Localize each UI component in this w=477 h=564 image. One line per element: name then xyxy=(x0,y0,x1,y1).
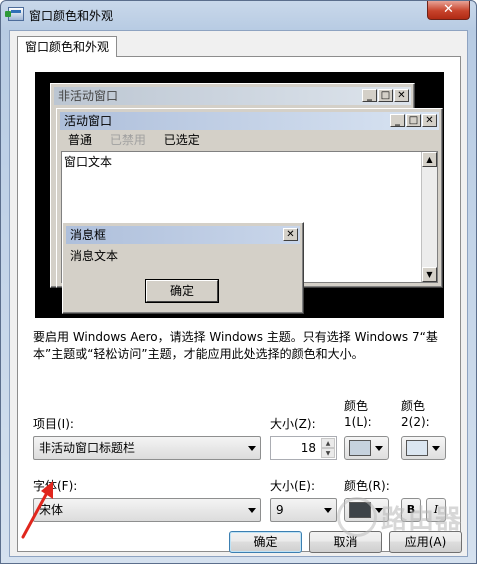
color1-swatch xyxy=(349,440,371,456)
title-bar[interactable]: 窗口颜色和外观 ✕ xyxy=(1,1,476,29)
dialog-client-area: 窗口颜色和外观 非活动窗口 _ □ ✕ 活动窗口 _ □ ✕ 普通 已禁用 已选… xyxy=(9,30,468,557)
chevron-down-icon xyxy=(432,446,440,451)
font-size-select[interactable]: 9 xyxy=(270,498,337,522)
annotation-arrow-icon xyxy=(21,481,53,539)
maximize-icon: □ xyxy=(378,89,393,102)
maximize-icon: □ xyxy=(406,114,421,127)
color2-swatch xyxy=(406,440,428,456)
minimize-icon: _ xyxy=(390,114,405,127)
inactive-caption-buttons: _ □ ✕ xyxy=(361,89,409,103)
close-icon: ✕ xyxy=(394,89,409,102)
dialog-window: 窗口颜色和外观 ✕ 窗口颜色和外观 非活动窗口 _ □ ✕ 活动窗口 _ □ ✕… xyxy=(0,0,477,564)
color2-picker-button[interactable] xyxy=(401,436,446,460)
item-label: 项目(I): xyxy=(33,417,74,431)
close-icon: ✕ xyxy=(283,228,298,241)
font-size-value: 9 xyxy=(276,503,284,517)
message-box-body: 消息文本 确定 xyxy=(66,245,300,310)
aero-description: 要启用 Windows Aero，请选择 Windows 主题。只有选择 Win… xyxy=(33,330,438,361)
watermark-logo: 路由器 xyxy=(337,491,467,547)
active-window-titlebar[interactable]: 活动窗口 _ □ ✕ xyxy=(60,112,439,130)
color1-label-line2: 1(L): xyxy=(344,415,372,429)
inactive-window-titlebar[interactable]: 非活动窗口 _ □ ✕ xyxy=(54,87,411,105)
color1-label-line1: 颜色 xyxy=(344,399,369,413)
inactive-window-title: 非活动窗口 xyxy=(58,89,119,103)
preview-menu-bar: 普通 已禁用 已选定 xyxy=(60,131,439,150)
color2-label-line1: 颜色 xyxy=(401,399,426,413)
display-settings-icon xyxy=(5,7,24,21)
minimize-icon: _ xyxy=(362,89,377,102)
item-size-label: 大小(Z): xyxy=(270,417,316,431)
scroll-down-icon: ▼ xyxy=(422,267,437,282)
chevron-down-icon xyxy=(324,508,332,513)
message-box-caption-buttons: ✕ xyxy=(282,228,298,242)
color2-label-line2: 2(2): xyxy=(401,415,430,429)
chevron-down-icon xyxy=(248,446,256,451)
menu-item-selected[interactable]: 已选定 xyxy=(164,133,200,147)
preview-scrollbar[interactable]: ▲ ▼ xyxy=(421,152,437,282)
item-select[interactable]: 非活动窗口标题栏 xyxy=(33,436,261,460)
message-text: 消息文本 xyxy=(70,249,119,263)
item-size-value: 18 xyxy=(300,441,316,455)
font-size-label: 大小(E): xyxy=(270,479,315,493)
message-box-preview[interactable]: 消息框 ✕ 消息文本 确定 xyxy=(62,222,304,314)
watermark-text: 路由器 xyxy=(381,505,463,535)
appearance-preview[interactable]: 非活动窗口 _ □ ✕ 活动窗口 _ □ ✕ 普通 已禁用 已选定 窗口文本 ▲… xyxy=(35,72,444,318)
scroll-up-icon: ▲ xyxy=(422,152,437,167)
spin-down-icon[interactable]: ▼ xyxy=(321,448,335,458)
color1-picker-button[interactable] xyxy=(344,436,389,460)
window-title: 窗口颜色和外观 xyxy=(29,9,114,23)
chevron-down-icon xyxy=(248,508,256,513)
menu-item-normal[interactable]: 普通 xyxy=(68,133,92,147)
message-ok-button[interactable]: 确定 xyxy=(146,280,218,302)
font-select[interactable]: 宋体 xyxy=(33,498,261,522)
message-box-titlebar[interactable]: 消息框 ✕ xyxy=(66,226,300,244)
active-caption-buttons: _ □ ✕ xyxy=(389,114,437,128)
item-select-value: 非活动窗口标题栏 xyxy=(39,441,136,455)
tab-panel: 非活动窗口 _ □ ✕ 活动窗口 _ □ ✕ 普通 已禁用 已选定 窗口文本 ▲… xyxy=(17,56,461,552)
tab-window-color-appearance[interactable]: 窗口颜色和外观 xyxy=(17,36,117,57)
active-window-title: 活动窗口 xyxy=(64,114,113,128)
item-size-spinner[interactable]: 18 ▲ ▼ xyxy=(270,436,337,460)
ok-button[interactable]: 确定 xyxy=(229,531,302,553)
close-icon: ✕ xyxy=(422,114,437,127)
menu-item-disabled[interactable]: 已禁用 xyxy=(110,133,146,147)
spinner-arrows[interactable]: ▲ ▼ xyxy=(321,438,335,458)
window-text-label: 窗口文本 xyxy=(64,155,113,169)
router-logo-icon xyxy=(337,497,377,537)
message-box-title: 消息框 xyxy=(70,228,107,242)
spin-up-icon[interactable]: ▲ xyxy=(321,438,335,448)
close-button[interactable]: ✕ xyxy=(427,1,470,20)
chevron-down-icon xyxy=(375,446,383,451)
